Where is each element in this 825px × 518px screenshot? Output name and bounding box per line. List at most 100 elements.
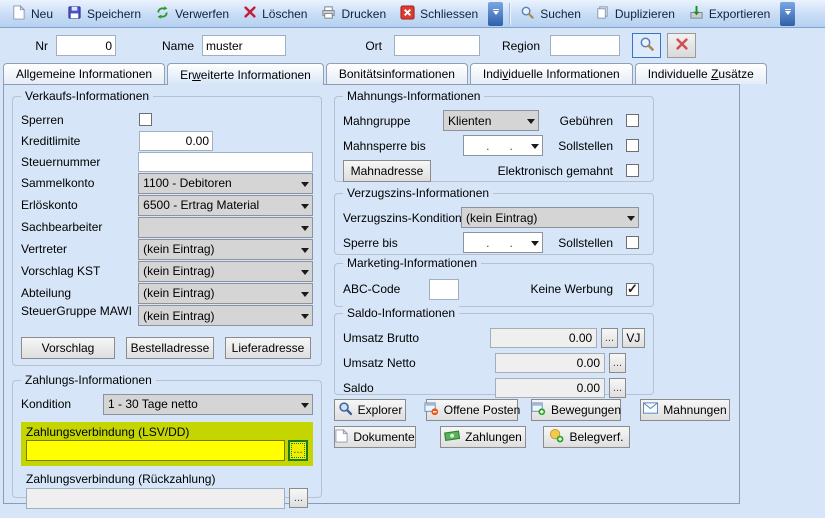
duplicate-button[interactable]: Duplizieren	[588, 2, 682, 26]
chevron-down-icon	[531, 241, 539, 250]
sollstellen-label: Sollstellen	[558, 139, 613, 153]
zahlungen-button[interactable]: Zahlungen	[440, 426, 526, 448]
umsatz-brutto-browse-button[interactable]: ...	[601, 328, 618, 348]
bestelladresse-button[interactable]: Bestelladresse	[126, 337, 214, 359]
search-icon	[639, 36, 655, 55]
verzugszins-kondition-dropdown[interactable]: (kein Eintrag)	[461, 207, 639, 228]
save-button[interactable]: Speichern	[60, 2, 148, 26]
kondition-value: 1 - 30 Tage netto	[108, 397, 198, 411]
envelope-icon	[643, 402, 658, 418]
mahngruppe-dropdown[interactable]: Klienten	[443, 110, 539, 131]
chevron-down-icon	[627, 216, 635, 225]
zahlungsverbindung-lsv-input[interactable]	[26, 440, 285, 461]
tab-label: eiterte Informationen	[201, 68, 311, 82]
close-window-icon	[400, 5, 415, 23]
mahngruppe-label: Mahngruppe	[343, 114, 443, 128]
zahlungsverbindung-rueckzahlung-input[interactable]	[26, 488, 285, 509]
abteilung-label: Abteilung	[21, 286, 138, 300]
kondition-dropdown[interactable]: 1 - 30 Tage netto	[103, 394, 313, 415]
vertreter-label: Vertreter	[21, 242, 138, 256]
tab-label-mnemonic: w	[192, 68, 201, 82]
print-button[interactable]: Drucken	[314, 2, 393, 26]
nr-input[interactable]	[56, 35, 116, 56]
ort-input[interactable]	[394, 35, 480, 56]
abc-code-input[interactable]	[429, 279, 459, 300]
mahnsperre-bis-datepicker[interactable]: . .	[463, 135, 543, 156]
saldo-browse-button[interactable]: ...	[609, 378, 626, 398]
abteilung-dropdown[interactable]: (kein Eintrag)	[138, 283, 313, 304]
steuergruppe-mawi-dropdown[interactable]: (kein Eintrag)	[138, 305, 313, 326]
steuernummer-input[interactable]	[138, 152, 313, 172]
sachbearbeiter-dropdown[interactable]	[138, 217, 313, 238]
kreditlimite-label: Kreditlimite	[21, 134, 139, 148]
tab-label: usätze	[718, 67, 753, 81]
tab-individuelle-zusaetze[interactable]: Individuelle Zusätze	[635, 63, 767, 84]
dokumente-button[interactable]: Dokumente	[334, 426, 416, 448]
document-icon	[335, 429, 348, 446]
toolbar-overflow-button[interactable]	[488, 2, 503, 26]
mahnungen-button[interactable]: Mahnungen	[640, 399, 730, 421]
rueckzahlung-browse-button[interactable]: ...	[289, 488, 308, 508]
search-button-label: Suchen	[540, 7, 581, 21]
new-button-label: Neu	[31, 7, 53, 21]
mahnadresse-button[interactable]: Mahnadresse	[343, 160, 431, 182]
export-button[interactable]: Exportieren	[682, 2, 777, 26]
elektronisch-gemahnt-checkbox[interactable]	[626, 164, 639, 177]
zahlungsverbindung-rueckzahlung-label: Zahlungsverbindung (Rückzahlung)	[26, 472, 308, 487]
discard-button[interactable]: Verwerfen	[148, 2, 236, 26]
lieferadresse-button[interactable]: Lieferadresse	[225, 337, 311, 359]
explorer-magnifier-icon	[338, 401, 353, 419]
umsatz-netto-browse-button[interactable]: ...	[609, 353, 626, 373]
chevron-down-icon	[301, 292, 309, 301]
explorer-button[interactable]: Explorer	[334, 399, 406, 421]
belegverf-button[interactable]: Belegverf.	[543, 426, 630, 448]
tab-label: Individuelle	[648, 67, 711, 81]
mahnung-sollstellen-checkbox[interactable]	[626, 139, 639, 152]
delete-button[interactable]: Löschen	[236, 2, 314, 26]
action-button-row-2: Dokumente Zahlungen Belegverf.	[334, 426, 630, 448]
region-input[interactable]	[550, 35, 620, 56]
elektronisch-gemahnt-label: Elektronisch gemahnt	[498, 164, 613, 178]
new-button[interactable]: Neu	[4, 2, 60, 26]
vertreter-dropdown[interactable]: (kein Eintrag)	[138, 239, 313, 260]
lsv-browse-button[interactable]: ...	[288, 440, 308, 461]
keine-werbung-label: Keine Werbung	[531, 282, 614, 296]
movements-icon	[531, 401, 546, 419]
sammelkonto-dropdown[interactable]: 1100 - Debitoren	[138, 173, 313, 194]
gebuehren-checkbox[interactable]	[626, 114, 639, 127]
vorschlag-button[interactable]: Vorschlag	[21, 337, 115, 359]
tab-bar: Allgemeine Informationen Erweiterte Info…	[3, 62, 769, 84]
duplicate-icon	[595, 5, 610, 23]
chevron-down-icon	[301, 314, 309, 323]
tab-erweiterte-informationen[interactable]: Erweiterte Informationen	[167, 63, 324, 85]
vj-button[interactable]: VJ	[622, 328, 645, 348]
erloeskonto-dropdown[interactable]: 6500 - Ertrag Material	[138, 195, 313, 216]
name-input[interactable]	[202, 35, 286, 56]
groupbox-saldo-informationen: Saldo-Informationen Umsatz Brutto 0.00 .…	[334, 313, 654, 395]
close-button[interactable]: Schliessen	[393, 2, 485, 26]
export-icon	[689, 5, 704, 23]
tab-bonitaetsinformationen[interactable]: Bonitätsinformationen	[326, 63, 468, 84]
tab-individuelle-informationen[interactable]: Individuelle Informationen	[470, 63, 633, 84]
tab-label: emeine Informationen	[36, 67, 152, 81]
toolbar-overflow-button-2[interactable]	[780, 2, 795, 26]
sperre-bis-datepicker[interactable]: . .	[463, 232, 543, 253]
sperren-checkbox[interactable]	[139, 113, 152, 126]
duplicate-button-label: Duplizieren	[615, 7, 675, 21]
lsv-highlight-block: Zahlungsverbindung (LSV/DD) ...	[21, 422, 313, 466]
verzugszins-sollstellen-checkbox[interactable]	[626, 236, 639, 249]
chevron-down-icon	[301, 226, 309, 235]
groupbox-title: Verzugszins-Informationen	[343, 186, 493, 200]
vorschlag-kst-dropdown[interactable]: (kein Eintrag)	[138, 261, 313, 282]
search-button[interactable]: Suchen	[513, 2, 588, 26]
kreditlimite-input[interactable]	[139, 131, 213, 151]
mahngruppe-value: Klienten	[448, 114, 491, 128]
offene-posten-button[interactable]: Offene Posten	[426, 399, 518, 421]
keine-werbung-checkbox[interactable]	[626, 283, 639, 296]
tab-allgemeine-informationen[interactable]: Allgemeine Informationen	[3, 63, 165, 84]
save-button-label: Speichern	[87, 7, 141, 21]
record-search-button[interactable]	[632, 33, 661, 58]
record-clear-button[interactable]	[667, 33, 696, 58]
bewegungen-button[interactable]: Bewegungen	[531, 399, 621, 421]
browse-dots-label: ...	[605, 332, 614, 344]
